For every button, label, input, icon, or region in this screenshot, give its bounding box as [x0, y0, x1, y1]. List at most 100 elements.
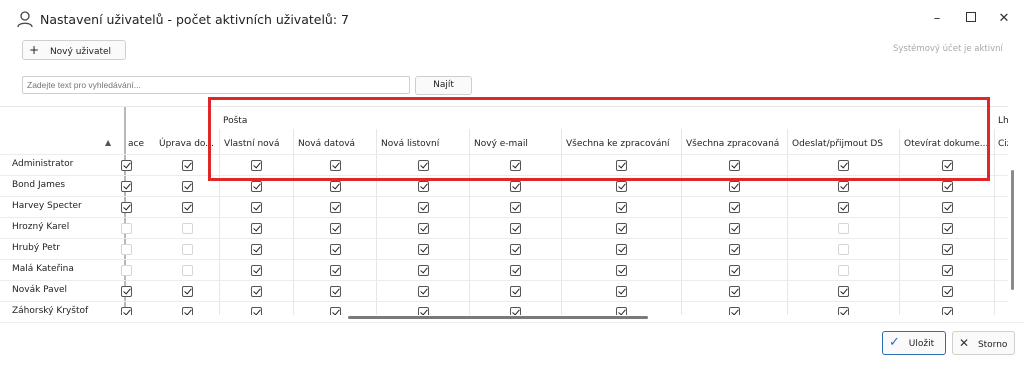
permission-checkbox[interactable] [251, 202, 262, 213]
permission-checkbox[interactable] [182, 307, 193, 315]
horizontal-scrollbar[interactable] [348, 316, 648, 319]
permission-checkbox[interactable] [182, 244, 193, 255]
permission-checkbox[interactable] [838, 202, 849, 213]
permission-checkbox[interactable] [251, 286, 262, 297]
permission-checkbox[interactable] [418, 202, 429, 213]
permission-checkbox[interactable] [942, 286, 953, 297]
permission-checkbox[interactable] [838, 265, 849, 276]
find-button[interactable]: Najít [415, 76, 472, 95]
permission-checkbox[interactable] [251, 307, 262, 315]
permission-checkbox[interactable] [729, 223, 740, 234]
table-row[interactable]: Záhorský Kryštof [0, 301, 1008, 315]
permission-checkbox[interactable] [251, 244, 262, 255]
permission-checkbox[interactable] [330, 265, 341, 276]
permission-checkbox[interactable] [121, 244, 132, 255]
permission-checkbox[interactable] [330, 307, 341, 315]
permission-checkbox[interactable] [616, 202, 627, 213]
permission-checkbox[interactable] [182, 181, 193, 192]
cancel-button[interactable]: ✕ Storno [952, 331, 1015, 355]
permission-checkbox[interactable] [251, 223, 262, 234]
permission-checkbox[interactable] [729, 286, 740, 297]
permission-checkbox[interactable] [182, 223, 193, 234]
permission-checkbox[interactable] [182, 160, 193, 171]
permission-checkbox[interactable] [838, 181, 849, 192]
title-bar: Nastavení uživatelů - počet aktivních už… [0, 0, 1024, 38]
permission-checkbox[interactable] [838, 307, 849, 315]
permission-checkbox[interactable] [510, 286, 521, 297]
permission-checkbox[interactable] [121, 307, 132, 315]
permission-checkbox[interactable] [418, 307, 429, 315]
permission-checkbox[interactable] [942, 265, 953, 276]
permission-checkbox[interactable] [121, 160, 132, 171]
permission-checkbox[interactable] [418, 286, 429, 297]
permission-checkbox[interactable] [729, 265, 740, 276]
permission-checkbox[interactable] [729, 307, 740, 315]
permission-checkbox[interactable] [616, 265, 627, 276]
maximize-button[interactable] [961, 10, 981, 28]
window-title: Nastavení uživatelů - počet aktivních už… [40, 12, 349, 27]
cancel-label: Storno [977, 340, 1008, 350]
row-user-name: Záhorský Kryštof [12, 306, 89, 315]
column-header-partial[interactable]: ace [128, 139, 144, 149]
permission-checkbox[interactable] [942, 202, 953, 213]
permission-checkbox[interactable] [330, 244, 341, 255]
column-header[interactable]: Úprava do... [159, 139, 214, 149]
permission-checkbox[interactable] [418, 223, 429, 234]
permission-checkbox[interactable] [330, 202, 341, 213]
row-user-name: Hrubý Petr [12, 243, 60, 253]
permission-checkbox[interactable] [942, 223, 953, 234]
permission-checkbox[interactable] [330, 181, 341, 192]
permission-checkbox[interactable] [510, 244, 521, 255]
permission-checkbox[interactable] [121, 202, 132, 213]
new-user-button[interactable]: + Nový uživatel [22, 40, 126, 60]
permission-checkbox[interactable] [510, 265, 521, 276]
search-input[interactable] [22, 76, 410, 94]
permission-checkbox[interactable] [510, 181, 521, 192]
vertical-scrollbar[interactable] [1011, 170, 1014, 290]
permission-checkbox[interactable] [942, 181, 953, 192]
permission-checkbox[interactable] [121, 223, 132, 234]
permission-checkbox[interactable] [729, 244, 740, 255]
permission-checkbox[interactable] [616, 181, 627, 192]
permission-checkbox[interactable] [182, 202, 193, 213]
table-row[interactable]: Novák Pavel [0, 280, 1008, 302]
permission-checkbox[interactable] [616, 286, 627, 297]
row-user-name: Harvey Specter [12, 201, 82, 211]
permission-checkbox[interactable] [330, 223, 341, 234]
permission-checkbox[interactable] [121, 286, 132, 297]
permission-checkbox[interactable] [942, 307, 953, 315]
permission-checkbox[interactable] [616, 307, 627, 315]
permission-checkbox[interactable] [330, 286, 341, 297]
permission-checkbox[interactable] [121, 181, 132, 192]
row-user-name: Hrozný Karel [12, 222, 70, 232]
table-row[interactable]: Hrozný Karel [0, 217, 1008, 239]
column-header-cizi[interactable]: Cizí p [998, 139, 1008, 149]
permission-checkbox[interactable] [729, 202, 740, 213]
permission-checkbox[interactable] [418, 244, 429, 255]
table-row[interactable]: Hrubý Petr [0, 238, 1008, 260]
save-button[interactable]: ✓ Uložit [882, 331, 946, 355]
table-row[interactable]: Malá Kateřina [0, 259, 1008, 281]
table-row[interactable]: Harvey Specter [0, 196, 1008, 218]
permission-checkbox[interactable] [182, 286, 193, 297]
permission-checkbox[interactable] [251, 265, 262, 276]
permission-checkbox[interactable] [942, 244, 953, 255]
permission-checkbox[interactable] [616, 244, 627, 255]
permission-checkbox[interactable] [510, 307, 521, 315]
permission-checkbox[interactable] [616, 223, 627, 234]
permission-checkbox[interactable] [838, 286, 849, 297]
permission-checkbox[interactable] [418, 265, 429, 276]
permission-checkbox[interactable] [838, 223, 849, 234]
permission-checkbox[interactable] [182, 265, 193, 276]
permission-checkbox[interactable] [729, 181, 740, 192]
permission-checkbox[interactable] [838, 244, 849, 255]
permission-checkbox[interactable] [121, 265, 132, 276]
permission-checkbox[interactable] [510, 202, 521, 213]
minimize-button[interactable]: – [927, 10, 947, 28]
sort-icon[interactable]: ▲ [105, 138, 111, 147]
permission-checkbox[interactable] [510, 223, 521, 234]
close-button[interactable]: ✕ [994, 10, 1014, 28]
permission-checkbox[interactable] [418, 181, 429, 192]
system-account-note: Systémový účet je aktivní [893, 44, 1003, 54]
permission-checkbox[interactable] [251, 181, 262, 192]
